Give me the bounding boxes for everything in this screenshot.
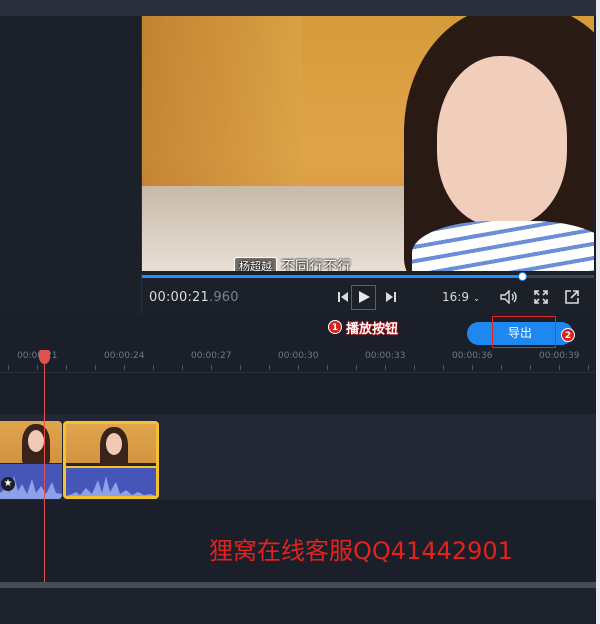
video-clip[interactable]: ★ [0, 421, 62, 499]
skip-back-icon[interactable] [335, 287, 351, 307]
subtitle-speaker: 杨超越 [234, 257, 277, 271]
person-face [437, 56, 567, 226]
video-subtitle: 杨超越 不同行不行 [234, 256, 351, 271]
ruler-tick [153, 365, 154, 370]
progress-bar[interactable] [142, 272, 594, 281]
timeline-track-video[interactable]: ★ [0, 414, 596, 500]
ruler-tick-label: 00:00:39 [539, 351, 580, 361]
ruler-tick [124, 365, 125, 370]
ruler-tick [298, 365, 299, 370]
popout-icon[interactable] [563, 287, 581, 307]
volume-icon[interactable] [499, 287, 519, 307]
ruler-tick [37, 365, 38, 370]
window-edge [596, 0, 600, 624]
ruler-tick [269, 365, 270, 370]
ruler-tick [66, 365, 67, 370]
progress-handle[interactable] [517, 272, 527, 281]
ruler-tick-label: 00:00:21 [17, 351, 58, 361]
ruler-tick [443, 365, 444, 370]
ruler-tick [559, 365, 560, 370]
ruler-tick-label: 00:00:33 [365, 351, 406, 361]
annotation-play-label: 播放按钮 [346, 322, 399, 337]
clip-thumbnail [66, 424, 156, 467]
clip-thumbnail [0, 421, 62, 464]
clip-audio-waveform [66, 466, 156, 496]
ruler-tick-label: 00:00:36 [452, 351, 493, 361]
progress-fill [142, 275, 522, 278]
annotation-badge-1: 1 [328, 320, 342, 334]
bottom-bar [0, 588, 596, 624]
playhead-handle[interactable] [39, 350, 50, 364]
timecode-main: 00:00:21 [149, 290, 209, 305]
timecode: 00:00:21.960 [149, 290, 239, 305]
top-menu-bar [0, 0, 600, 16]
ruler-tick [182, 365, 183, 370]
playhead-line [44, 352, 45, 582]
ruler-tick [530, 365, 531, 370]
annotation-badge-2: 2 [561, 328, 575, 342]
player-controls: 00:00:21.960 16:9 ⌄ [142, 271, 594, 314]
media-panel [0, 16, 142, 314]
ruler-tick [211, 365, 212, 370]
timeline-track-empty[interactable] [0, 373, 596, 413]
ruler-tick [240, 365, 241, 370]
ruler-tick [95, 365, 96, 370]
ruler-tick-label: 00:00:24 [104, 351, 145, 361]
ruler-tick [327, 365, 328, 370]
ruler-tick [8, 365, 9, 370]
aspect-ratio-value: 16:9 [442, 290, 469, 304]
star-icon[interactable]: ★ [1, 477, 15, 491]
export-button-highlight [492, 316, 556, 348]
subtitle-line: 不同行不行 [281, 259, 351, 271]
video-preview[interactable]: 杨超越 不同行不行 [142, 16, 594, 271]
ruler-tick-label: 00:00:30 [278, 351, 319, 361]
aspect-ratio-select[interactable]: 16:9 ⌄ [442, 290, 480, 304]
person-shirt [412, 221, 594, 271]
ruler-tick [385, 365, 386, 370]
watermark-text: 狸窝在线客服QQ41442901 [209, 537, 513, 565]
ruler-tick [588, 365, 589, 370]
ruler-tick [414, 365, 415, 370]
ruler-tick [356, 365, 357, 370]
skip-forward-icon[interactable] [383, 287, 399, 307]
ruler-tick [472, 365, 473, 370]
ruler-tick-label: 00:00:27 [191, 351, 232, 361]
fullscreen-icon[interactable] [532, 287, 550, 307]
chevron-down-icon: ⌄ [472, 294, 481, 304]
ruler-tick [501, 365, 502, 370]
timecode-ms: .960 [209, 290, 239, 305]
play-button-highlight [351, 285, 376, 310]
video-clip-selected[interactable] [63, 421, 159, 499]
timeline-ruler[interactable]: 00:00:21 00:00:24 00:00:27 00:00:30 00:0… [0, 348, 596, 373]
